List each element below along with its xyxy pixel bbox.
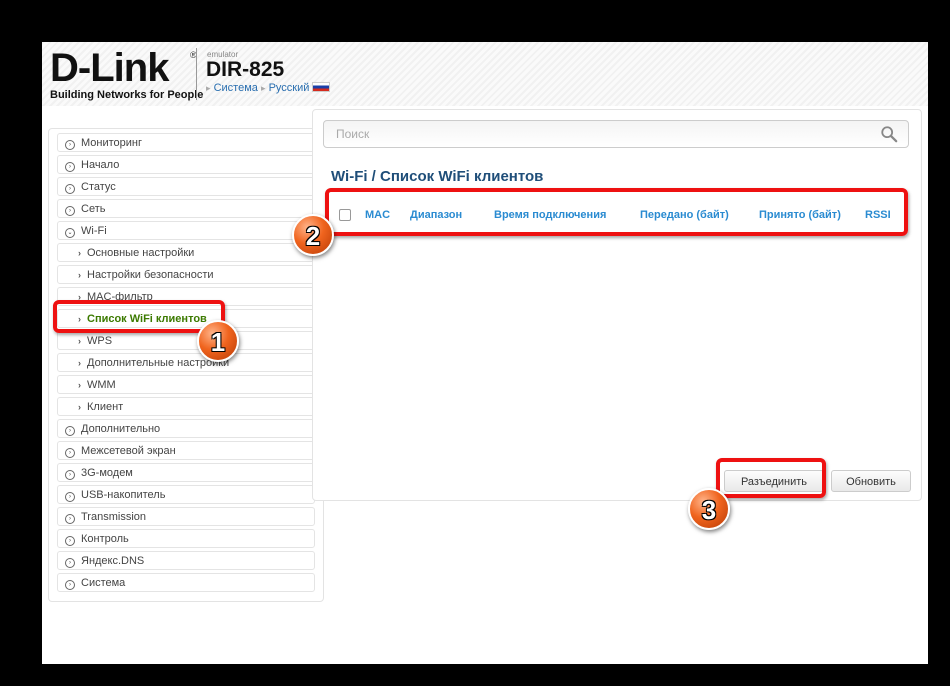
sidebar-item-label: Wi-Fi (81, 225, 107, 237)
sidebar-item-system[interactable]: › Система (57, 573, 315, 592)
breadcrumb-system-link[interactable]: Система (214, 82, 258, 94)
sidebar-item-wmm[interactable]: › WMM (57, 375, 315, 394)
sidebar-item-label: Дополнительно (81, 423, 161, 435)
sidebar-item-wifi[interactable]: ⌄ Wi-Fi (57, 221, 315, 240)
chevron-right-circle-icon: › (65, 206, 75, 216)
sidebar-item-wps[interactable]: › WPS (57, 331, 315, 350)
chevron-right-circle-icon: › (65, 492, 75, 502)
sidebar-item-client[interactable]: › Клиент (57, 397, 315, 416)
page-title: Wi-Fi / Список WiFi клиентов (331, 168, 544, 185)
sidebar-item-label: Яндекс.DNS (81, 555, 145, 567)
dlink-logo: D-Link ® Building Networks for People (50, 48, 203, 101)
chevron-right-circle-icon: › (65, 558, 75, 568)
sidebar-item-label: Контроль (81, 533, 129, 545)
search-input[interactable]: Поиск (323, 120, 909, 148)
sidebar-item-3g-modem[interactable]: › 3G-модем (57, 463, 315, 482)
chevron-right-circle-icon: › (65, 448, 75, 458)
sidebar-item-label: Начало (81, 159, 120, 171)
page-header: D-Link ® Building Networks for People em… (42, 42, 928, 106)
step-badge-2: 2 (292, 214, 334, 256)
sidebar-item-label: Клиент (87, 401, 124, 413)
sidebar-item-label: 3G-модем (81, 467, 133, 479)
chevron-right-circle-icon: › (65, 162, 75, 172)
sidebar-item-status[interactable]: › Статус (57, 177, 315, 196)
sidebar-item-usb-storage[interactable]: › USB-накопитель (57, 485, 315, 504)
router-web-page: D-Link ® Building Networks for People em… (42, 42, 928, 664)
step-badge-1: 1 (197, 320, 239, 362)
sidebar-item-label: Сеть (81, 203, 106, 215)
breadcrumb-arrow-icon: ▸ (206, 83, 211, 93)
sidebar-item-label: Система (81, 577, 126, 589)
search-icon[interactable] (880, 125, 898, 143)
refresh-button[interactable]: Обновить (831, 470, 911, 492)
chevron-right-circle-icon: › (65, 536, 75, 546)
chevron-right-icon: › (78, 336, 81, 346)
sidebar-item-label: Настройки безопасности (87, 269, 214, 281)
language-selector[interactable]: Русский (269, 82, 310, 94)
logo-tagline: Building Networks for People (50, 89, 204, 101)
sidebar-item-label: Межсетевой экран (81, 445, 176, 457)
step-badge-3: 3 (688, 488, 730, 530)
sidebar-item-start[interactable]: › Начало (57, 155, 315, 174)
screenshot-frame: D-Link ® Building Networks for People em… (10, 10, 940, 686)
sidebar-item-label: Основные настройки (87, 247, 195, 259)
highlight-disconnect (716, 458, 826, 498)
logo-wordmark: D-Link (50, 46, 169, 90)
russian-flag-icon[interactable] (312, 82, 331, 92)
chevron-down-circle-icon: ⌄ (65, 228, 75, 238)
sidebar-item-wifi-basic[interactable]: › Основные настройки (57, 243, 315, 262)
chevron-right-icon: › (78, 402, 81, 412)
sidebar-item-monitoring[interactable]: › Мониторинг (57, 133, 315, 152)
sidebar-item-firewall[interactable]: › Межсетевой экран (57, 441, 315, 460)
sidebar-item-label: Статус (81, 181, 116, 193)
sidebar-item-label: USB-накопитель (81, 489, 166, 501)
main-panel: Поиск Wi-Fi / Список WiFi клиентов MAC Д… (312, 109, 922, 501)
chevron-right-circle-icon: › (65, 140, 75, 150)
sidebar-menu: › Мониторинг › Начало › Статус › Сеть ⌄ Wi-Fi… (48, 128, 324, 602)
sidebar-item-yandex-dns[interactable]: › Яндекс.DNS (57, 551, 315, 570)
sidebar-item-advanced[interactable]: › Дополнительно (57, 419, 315, 438)
sidebar-item-wifi-security[interactable]: › Настройки безопасности (57, 265, 315, 284)
sidebar-item-control[interactable]: › Контроль (57, 529, 315, 548)
chevron-right-icon: › (78, 380, 81, 390)
chevron-right-circle-icon: › (65, 184, 75, 194)
search-placeholder: Поиск (336, 127, 370, 141)
model-name: DIR-825 (206, 58, 285, 81)
highlight-table-header (325, 188, 908, 236)
chevron-right-circle-icon: › (65, 514, 75, 524)
chevron-right-icon: › (78, 248, 81, 258)
chevron-right-circle-icon: › (65, 470, 75, 480)
chevron-right-icon: › (78, 358, 81, 368)
chevron-right-circle-icon: › (65, 580, 75, 590)
sidebar-item-label: Transmission (81, 511, 146, 523)
chevron-right-circle-icon: › (65, 426, 75, 436)
chevron-right-icon: › (78, 270, 81, 280)
highlight-wifi-clients (53, 300, 225, 333)
sidebar-item-wifi-advanced[interactable]: › Дополнительные настройки (57, 353, 315, 372)
sidebar-item-transmission[interactable]: › Transmission (57, 507, 315, 526)
sidebar-item-label: WMM (87, 379, 116, 391)
sidebar-item-label: Мониторинг (81, 137, 143, 149)
breadcrumb-arrow-icon: ▸ (260, 83, 266, 93)
sidebar-item-network[interactable]: › Сеть (57, 199, 315, 218)
header-divider (196, 48, 197, 100)
header-breadcrumb: ▸ Система ▸ Русский (206, 82, 331, 94)
sidebar-item-label: WPS (87, 335, 113, 347)
